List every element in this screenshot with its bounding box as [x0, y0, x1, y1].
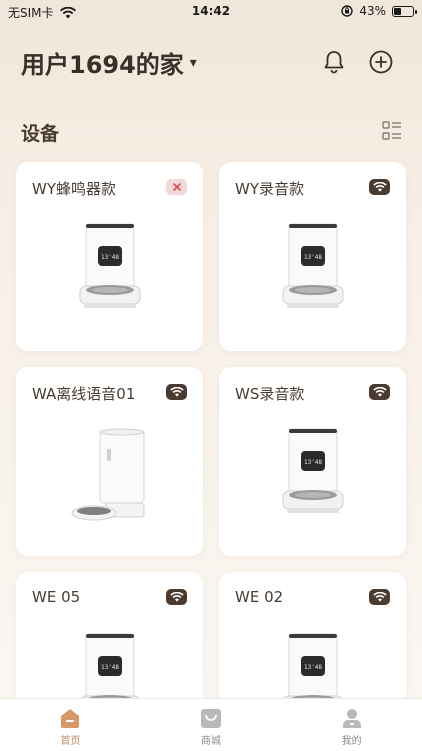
device-image: 13'48 — [281, 222, 345, 326]
pet-feeder-image: 13'48 — [79, 223, 140, 308]
device-online-badge — [369, 384, 390, 400]
device-image: 13'48 — [281, 632, 345, 698]
pet-feeder-image: 13'48 — [282, 223, 343, 308]
device-card[interactable]: WY录音款 13'48 — [219, 162, 406, 351]
device-card[interactable]: WE 02 13'48 — [219, 572, 406, 698]
tab-home-label: 首页 — [60, 736, 81, 747]
wifi-online-icon — [169, 387, 184, 397]
device-name: WY蜂鸣器款 — [32, 180, 116, 198]
device-name: WE 05 — [32, 588, 81, 606]
pet-feeder-image: 13'48 — [282, 428, 343, 513]
pet-feeder-image: 13'48 — [283, 633, 342, 698]
tab-home[interactable]: 首页 — [0, 699, 141, 751]
device-grid: WY蜂鸣器款 13'48 WY录音款 13'48 WA离线语音01 WS录音款 13'48 W… — [16, 162, 407, 698]
device-card[interactable]: WE 05 13'48 — [16, 572, 203, 698]
device-online-badge — [166, 589, 187, 605]
pet-feeder-image: 13'48 — [80, 633, 139, 698]
wifi-online-icon — [372, 592, 387, 602]
tab-bar: 首页 商城 我的 — [0, 698, 422, 751]
device-image: 13'48 — [78, 222, 142, 326]
device-offline-badge — [166, 179, 187, 195]
device-name: WE 02 — [235, 588, 284, 606]
svg-text:13'48: 13'48 — [100, 664, 118, 671]
device-list: WY蜂鸣器款 13'48 WY录音款 13'48 WA离线语音01 WS录音款 13'48 W… — [0, 0, 422, 698]
tab-profile[interactable]: 我的 — [281, 699, 422, 751]
svg-text:13'48: 13'48 — [303, 459, 321, 466]
device-card[interactable]: WY蜂鸣器款 13'48 — [16, 162, 203, 351]
tab-profile-label: 我的 — [341, 736, 362, 747]
profile-icon — [342, 709, 361, 728]
device-online-badge — [369, 589, 390, 605]
device-name: WY录音款 — [235, 180, 304, 198]
pet-feeder-image — [71, 428, 144, 521]
tab-shop-label: 商城 — [201, 736, 221, 747]
svg-text:13'48: 13'48 — [100, 254, 118, 261]
tab-shop[interactable]: 商城 — [141, 699, 282, 751]
device-image: 13'48 — [78, 632, 142, 698]
offline-x-icon — [172, 183, 181, 191]
device-online-badge — [166, 384, 187, 400]
device-image: 13'48 — [281, 427, 345, 531]
device-card[interactable]: WA离线语音01 — [16, 367, 203, 556]
wifi-online-icon — [372, 182, 387, 192]
device-image — [70, 427, 150, 531]
svg-text:13'48: 13'48 — [303, 254, 321, 261]
shop-bag-icon — [201, 709, 221, 728]
device-online-badge — [369, 179, 390, 195]
svg-text:13'48: 13'48 — [303, 664, 321, 671]
home-icon — [61, 709, 80, 728]
device-card[interactable]: WS录音款 13'48 — [219, 367, 406, 556]
wifi-online-icon — [169, 592, 184, 602]
wifi-online-icon — [372, 387, 387, 397]
device-name: WS录音款 — [235, 385, 305, 403]
device-name: WA离线语音01 — [32, 385, 136, 403]
